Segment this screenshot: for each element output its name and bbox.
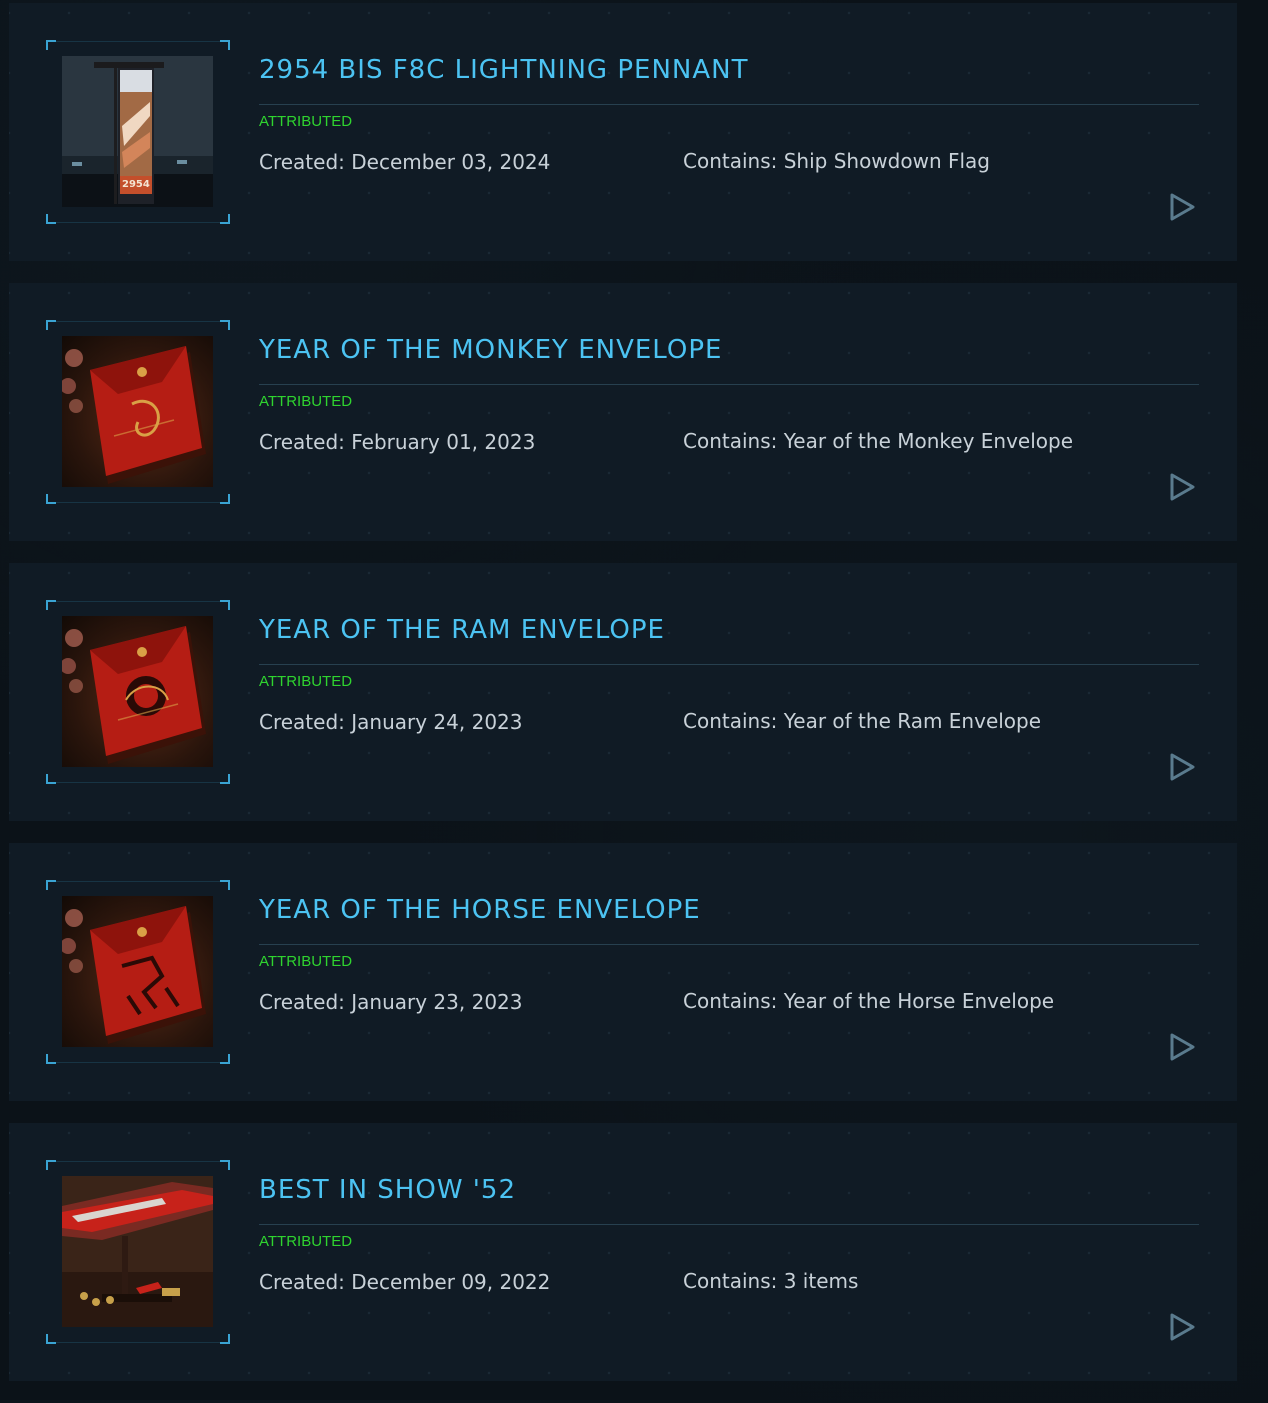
thumbnail-frame: 2954 [46, 40, 230, 224]
item-title[interactable]: 2954 BIS F8C LIGHTNING PENNANT [259, 55, 748, 85]
frame-corner [220, 1160, 230, 1170]
pledge-item[interactable]: BEST IN SHOW '52 ATTRIBUTED Created: Dec… [9, 1123, 1237, 1381]
title-divider [259, 664, 1199, 665]
red-envelope-graphic [62, 906, 206, 1044]
thumbnail-frame [46, 600, 230, 784]
play-triangle-icon[interactable] [1167, 1311, 1197, 1343]
red-envelope-image [62, 336, 213, 487]
status-badge: ATTRIBUTED [259, 953, 353, 970]
frame-corner [220, 774, 230, 784]
thumbnail-frame [46, 320, 230, 504]
ship-model-graphic [62, 1176, 213, 1327]
pledge-item[interactable]: YEAR OF THE HORSE ENVELOPE ATTRIBUTED Cr… [9, 843, 1237, 1101]
frame-corner [220, 214, 230, 224]
thumbnail-frame [46, 880, 230, 1064]
created-date: Created: December 09, 2022 [259, 1270, 551, 1294]
contains-text: Contains: 3 items [683, 1269, 859, 1293]
item-title[interactable]: BEST IN SHOW '52 [259, 1175, 516, 1205]
status-badge: ATTRIBUTED [259, 113, 353, 130]
red-envelope-image [62, 896, 213, 1047]
title-divider [259, 944, 1199, 945]
pennant-flag-graphic: 2954 [62, 56, 213, 207]
frame-corner [220, 320, 230, 330]
play-triangle-icon[interactable] [1167, 751, 1197, 783]
title-divider [259, 384, 1199, 385]
item-title[interactable]: YEAR OF THE RAM ENVELOPE [259, 615, 665, 645]
frame-corner [220, 40, 230, 50]
frame-corner [220, 1054, 230, 1064]
contains-text: Contains: Year of the Monkey Envelope [683, 429, 1074, 453]
play-triangle-icon[interactable] [1167, 471, 1197, 503]
frame-corner [220, 600, 230, 610]
status-badge: ATTRIBUTED [259, 673, 353, 690]
contains-text: Contains: Year of the Horse Envelope [683, 989, 1055, 1013]
contains-text: Contains: Ship Showdown Flag [683, 149, 991, 173]
red-envelope-image [62, 616, 213, 767]
pennant-year-text: 2954 [122, 179, 150, 190]
title-divider [259, 104, 1199, 105]
pennant-flag-image: 2954 [62, 56, 213, 207]
created-date: Created: January 24, 2023 [259, 710, 523, 734]
red-envelope-graphic [62, 346, 206, 484]
frame-corner [220, 880, 230, 890]
pledge-item[interactable]: YEAR OF THE RAM ENVELOPE ATTRIBUTED Crea… [9, 563, 1237, 821]
status-badge: ATTRIBUTED [259, 1233, 353, 1250]
item-title[interactable]: YEAR OF THE MONKEY ENVELOPE [259, 335, 722, 365]
pledge-list: 2954 2954 BIS F8C LIGHTNING PENNANT ATTR… [9, 3, 1237, 1403]
created-date: Created: January 23, 2023 [259, 990, 523, 1014]
item-title[interactable]: YEAR OF THE HORSE ENVELOPE [259, 895, 701, 925]
ship-model-image [62, 1176, 213, 1327]
frame-corner [220, 1334, 230, 1344]
created-date: Created: February 01, 2023 [259, 430, 536, 454]
play-triangle-icon[interactable] [1167, 191, 1197, 223]
pledge-item[interactable]: 2954 2954 BIS F8C LIGHTNING PENNANT ATTR… [9, 3, 1237, 261]
title-divider [259, 1224, 1199, 1225]
red-envelope-graphic [62, 626, 206, 764]
frame-corner [220, 494, 230, 504]
created-date: Created: December 03, 2024 [259, 150, 551, 174]
thumbnail-frame [46, 1160, 230, 1344]
status-badge: ATTRIBUTED [259, 393, 353, 410]
contains-text: Contains: Year of the Ram Envelope [683, 709, 1042, 733]
play-triangle-icon[interactable] [1167, 1031, 1197, 1063]
pledge-item[interactable]: YEAR OF THE MONKEY ENVELOPE ATTRIBUTED C… [9, 283, 1237, 541]
